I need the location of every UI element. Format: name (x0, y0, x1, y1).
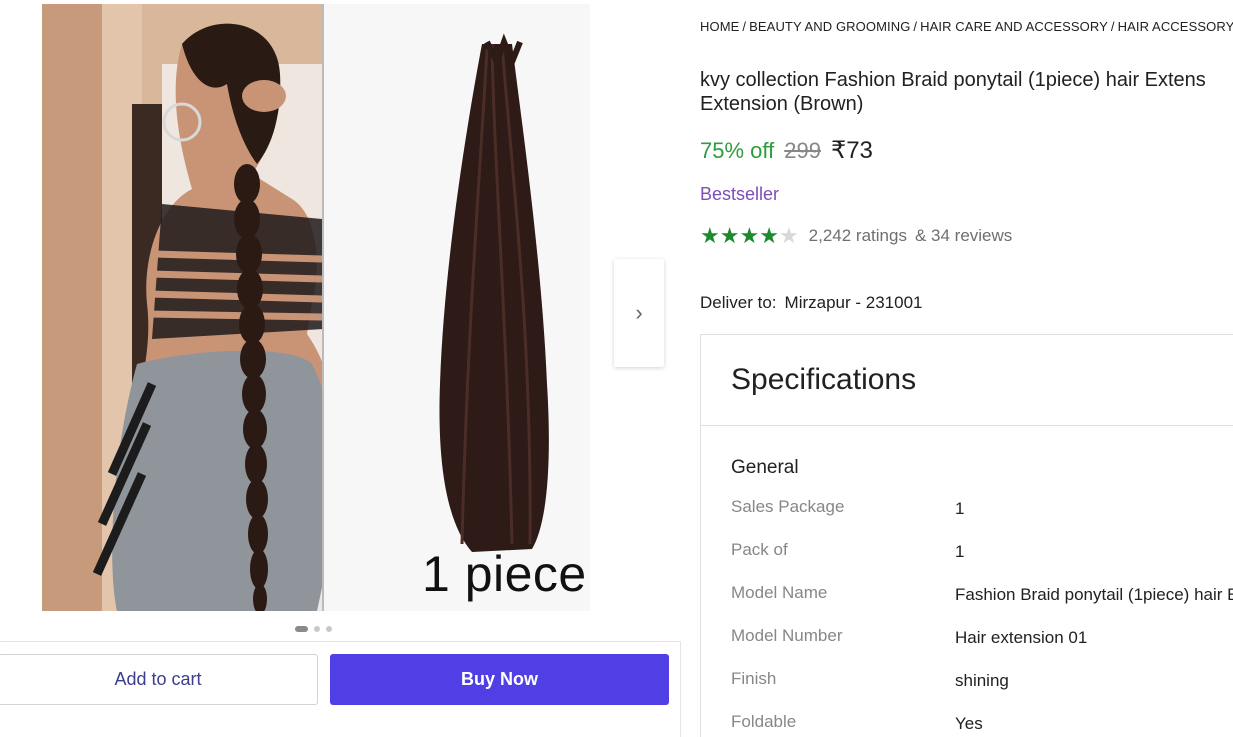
breadcrumb-separator: / (913, 19, 918, 34)
breadcrumb-item-hair-accessory[interactable]: HAIR ACCESSORY (1118, 19, 1233, 34)
spec-key: Model Number (731, 626, 843, 645)
star-icon: ★ (739, 223, 760, 248)
delivery-location[interactable]: Deliver to: Mirzapur - 231001 (700, 293, 923, 313)
spec-value: 1 (955, 499, 965, 518)
star-icon: ★ (700, 223, 720, 248)
spec-value: shining (955, 671, 1009, 690)
star-icon: ★ (719, 223, 740, 248)
chevron-right-icon: › (635, 300, 643, 325)
ratings-count: 2,242 ratings (808, 226, 907, 245)
discount-label: 75% off (700, 138, 775, 163)
spec-key: Finish (731, 669, 777, 688)
carousel-dot[interactable] (326, 626, 332, 632)
spec-row: Foldable Yes (731, 712, 1233, 737)
star-rating: ★ ★ ★ ★ ★ (700, 224, 799, 248)
spec-table: Sales Package 1 Pack of 1 Model Name Fas… (731, 497, 1233, 737)
spec-value: Fashion Braid ponytail (1piece) hair E (955, 585, 1233, 604)
spec-row: Sales Package 1 (731, 497, 1233, 540)
breadcrumb-item-home[interactable]: HOME (700, 19, 739, 34)
add-to-cart-button[interactable]: Add to cart (0, 654, 318, 705)
next-image-button[interactable]: › (614, 259, 664, 367)
product-title-line: kvy collection Fashion Braid ponytail (1… (700, 69, 1206, 91)
carousel-dots (295, 626, 332, 632)
spec-key: Sales Package (731, 497, 845, 516)
breadcrumb-item-hair-care[interactable]: HAIR CARE AND ACCESSORY (920, 19, 1108, 34)
spec-row: Model Name Fashion Braid ponytail (1piec… (731, 583, 1233, 626)
buy-now-button[interactable]: Buy Now (330, 654, 669, 705)
breadcrumb-item-beauty[interactable]: BEAUTY AND GROOMING (749, 19, 910, 34)
specifications-card: Specifications General Sales Package 1 P… (700, 334, 1233, 737)
product-image[interactable]: 1 piece (42, 4, 590, 611)
spec-value: Yes (955, 714, 983, 733)
spec-key: Model Name (731, 583, 828, 602)
breadcrumb-separator: / (742, 19, 747, 34)
rating-row[interactable]: ★ ★ ★ ★ ★ 2,242 ratings & 34 reviews (700, 224, 1012, 248)
spec-row: Model Number Hair extension 01 (731, 626, 1233, 669)
product-title-line: Extension (Brown) (700, 93, 864, 115)
reviews-count: & 34 reviews (914, 226, 1013, 245)
spec-key: Foldable (731, 712, 797, 731)
product-photo-illustration (42, 4, 590, 611)
spec-row: Finish shining (731, 669, 1233, 712)
original-price: 299 (784, 138, 821, 163)
product-gallery: 1 piece › Add to cart Buy Now (0, 0, 690, 737)
carousel-dot[interactable] (295, 626, 308, 632)
product-title: kvy collection Fashion Braid ponytail (1… (700, 68, 1233, 116)
spec-value: Hair extension 01 (955, 628, 1088, 647)
specifications-heading: Specifications (701, 335, 1233, 426)
delivery-label: Deliver to: (700, 293, 777, 312)
carousel-dot[interactable] (314, 626, 320, 632)
product-details: HOME / BEAUTY AND GROOMING / HAIR CARE AND A… (700, 0, 1233, 737)
delivery-pincode: Mirzapur - 231001 (784, 293, 923, 312)
selling-price: ₹73 (830, 137, 873, 164)
image-caption: 1 piece (422, 546, 587, 602)
spec-value: 1 (955, 542, 965, 561)
star-empty-icon: ★ (778, 223, 799, 248)
spec-section-title: General (731, 457, 799, 478)
spec-key: Pack of (731, 540, 788, 559)
price-row: 75% off 299 ₹73 (700, 136, 873, 165)
star-icon: ★ (759, 223, 779, 248)
breadcrumb-separator: / (1110, 19, 1115, 34)
breadcrumb: HOME / BEAUTY AND GROOMING / HAIR CARE AND A… (700, 19, 1233, 34)
bestseller-badge: Bestseller (700, 184, 780, 204)
action-bar: Add to cart Buy Now (0, 641, 681, 737)
spec-row: Pack of 1 (731, 540, 1233, 583)
